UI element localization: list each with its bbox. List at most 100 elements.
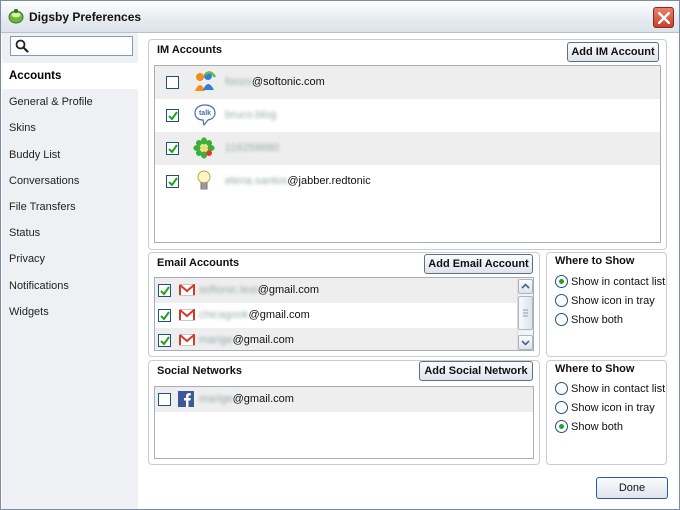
enable-checkbox[interactable] [166, 142, 179, 155]
radio-button[interactable] [555, 293, 568, 307]
account-name: bruco.blog [225, 109, 276, 121]
checkmark-icon [168, 144, 178, 154]
icq-icon [193, 137, 215, 159]
add-social-network-button[interactable]: Add Social Network [419, 361, 533, 381]
account-domain: @jabber.redtonic [287, 175, 371, 187]
sidebar-item-status[interactable]: Status [2, 220, 138, 246]
close-icon [658, 12, 670, 24]
list-item[interactable]: marige@gmail.com [155, 328, 519, 350]
sidebar-item-notifications[interactable]: Notifications [2, 273, 138, 299]
account-name: softonic.test@gmail.com [199, 284, 319, 296]
list-item[interactable]: 116259680 [155, 132, 660, 165]
add-email-account-button[interactable]: Add Email Account [424, 254, 533, 274]
social-networks-list: marige@gmail.com [154, 386, 534, 459]
search-icon [15, 39, 29, 53]
account-name-hidden: bruco.blog [225, 109, 277, 121]
account-domain: @softonic.com [251, 76, 325, 88]
account-name-hidden: marige [199, 334, 233, 346]
im-accounts-group: IM Accounts Add IM Account fonzo@softoni… [148, 39, 667, 250]
sidebar-item-accounts[interactable]: Accounts [2, 63, 138, 90]
radio-button[interactable] [555, 381, 568, 395]
list-item[interactable]: softonic.test@gmail.com [155, 278, 519, 303]
radio-button[interactable] [555, 312, 568, 326]
radio-label: Show in contact list [571, 276, 666, 288]
account-name-hidden: softonic.test [199, 284, 258, 296]
chevron-up-icon [521, 283, 530, 289]
account-name: fonzo@softonic.com [225, 76, 325, 88]
sidebar-item-skins[interactable]: Skins [2, 115, 138, 141]
account-name: marige@gmail.com [199, 334, 294, 346]
preferences-window: Digsby Preferences Accounts General & Pr… [0, 0, 680, 510]
social-show-both-option[interactable]: Show both [555, 419, 623, 436]
enable-checkbox[interactable] [158, 284, 171, 297]
account-domain: @gmail.com [232, 393, 294, 405]
account-name-hidden: marige [199, 393, 233, 405]
add-im-account-button[interactable]: Add IM Account [567, 42, 659, 62]
email-show-both-option[interactable]: Show both [555, 312, 623, 329]
sidebar-item-privacy[interactable]: Privacy [2, 246, 138, 272]
email-accounts-group: Email Accounts Add Email Account softoni… [148, 252, 540, 357]
radio-label: Show in contact list [571, 383, 666, 395]
digsby-app-icon [8, 8, 24, 24]
account-domain: @gmail.com [232, 334, 294, 346]
list-item[interactable]: marige@gmail.com [155, 387, 533, 412]
checkmark-icon [160, 336, 170, 346]
title-bar[interactable]: Digsby Preferences [1, 1, 679, 33]
enable-checkbox[interactable] [158, 334, 171, 347]
radio-button[interactable] [555, 400, 568, 414]
list-item[interactable]: talk bruco.blog [155, 99, 660, 132]
done-button[interactable]: Done [596, 477, 668, 499]
sidebar-item-buddy-list[interactable]: Buddy List [2, 142, 138, 168]
radio-button[interactable] [555, 274, 568, 288]
sidebar-item-conversations[interactable]: Conversations [2, 168, 138, 194]
social-networks-group: Social Networks Add Social Network marig… [148, 360, 540, 465]
list-item[interactable]: chicagook@gmail.com [155, 303, 519, 328]
im-accounts-list: fonzo@softonic.com talk bruco.blog 11625… [154, 65, 661, 243]
enable-checkbox[interactable] [166, 175, 179, 188]
checkmark-icon [168, 177, 178, 187]
social-show-in-contact-list-option[interactable]: Show in contact list [555, 381, 666, 398]
social-show-icon-in-tray-option[interactable]: Show icon in tray [555, 400, 655, 417]
enable-checkbox[interactable] [166, 76, 179, 89]
radio-button[interactable] [555, 419, 568, 433]
radio-label: Show icon in tray [571, 402, 655, 414]
facebook-icon [178, 391, 200, 413]
svg-text:talk: talk [199, 110, 211, 117]
scroll-up-button[interactable] [518, 279, 533, 294]
account-name: 116259680 [225, 142, 279, 154]
email-show-icon-in-tray-option[interactable]: Show icon in tray [555, 293, 655, 310]
jabber-icon [196, 169, 218, 191]
social-networks-title: Social Networks [157, 365, 242, 377]
sidebar-item-general-profile[interactable]: General & Profile [2, 89, 138, 115]
social-where-to-show-group: Where to Show Show in contact list Show … [546, 360, 667, 465]
email-where-to-show-title: Where to Show [555, 255, 635, 267]
account-name-hidden: 116259680 [225, 142, 280, 154]
enable-checkbox[interactable] [158, 393, 171, 406]
email-list-scrollbar[interactable] [517, 278, 533, 350]
msn-icon [193, 71, 217, 93]
enable-checkbox[interactable] [158, 309, 171, 322]
radio-label: Show icon in tray [571, 295, 655, 307]
search-input[interactable] [10, 36, 133, 56]
checkmark-icon [168, 111, 178, 121]
account-name-hidden: chicagook [199, 309, 249, 321]
social-where-to-show-title: Where to Show [555, 363, 635, 375]
chevron-down-icon [521, 340, 530, 346]
grip-icon [523, 309, 528, 317]
account-name-hidden: fonzo [225, 76, 252, 88]
email-show-in-contact-list-option[interactable]: Show in contact list [555, 274, 666, 291]
account-name: marige@gmail.com [199, 393, 294, 405]
scroll-down-button[interactable] [518, 335, 533, 350]
sidebar-item-file-transfers[interactable]: File Transfers [2, 194, 138, 220]
account-name: elena.santos@jabber.redtonic [225, 175, 371, 187]
sidebar-item-widgets[interactable]: Widgets [2, 299, 138, 325]
google-talk-icon: talk [193, 103, 216, 127]
list-item[interactable]: fonzo@softonic.com [155, 66, 660, 99]
gmail-icon [179, 332, 201, 350]
enable-checkbox[interactable] [166, 109, 179, 122]
scroll-thumb[interactable] [518, 296, 533, 330]
list-item[interactable]: elena.santos@jabber.redtonic [155, 165, 660, 198]
account-name-hidden: elena.santos [225, 175, 288, 187]
email-where-to-show-group: Where to Show Show in contact list Show … [546, 252, 667, 357]
close-button[interactable] [653, 7, 674, 28]
